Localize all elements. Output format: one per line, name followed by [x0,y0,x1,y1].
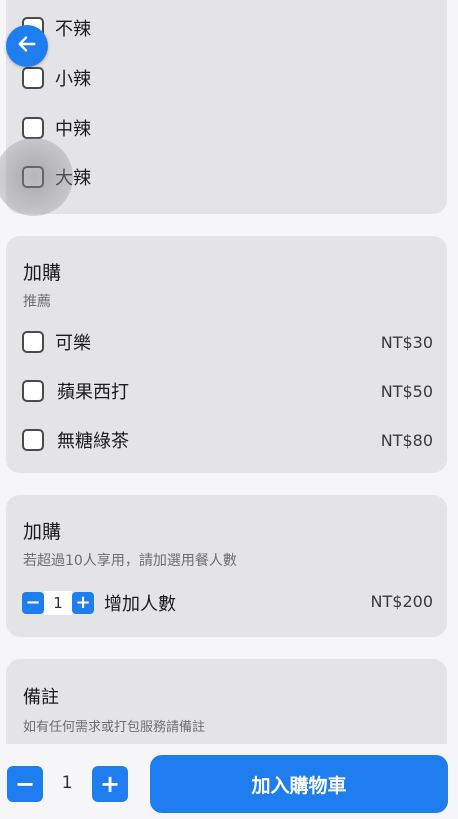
addon-item-apple-cider[interactable]: 蘋果西打 NT$50 [22,376,433,406]
option-spice-hot[interactable]: 大辣 [22,162,433,192]
quantity-increment-button[interactable]: + [92,766,128,802]
card-title: 加購 [23,521,62,543]
card-title: 加購 [23,262,62,284]
checkbox[interactable] [22,117,44,139]
stepper-label: 增加人數 [104,594,176,615]
checkbox[interactable] [22,429,44,451]
addon-item-price: NT$30 [380,332,433,352]
addon-item-cola[interactable]: 可樂 NT$30 [22,327,433,357]
addon-item-label: 無糖綠茶 [57,431,129,452]
checkbox[interactable] [22,380,44,402]
option-spice-none[interactable]: 不辣 [22,13,433,43]
quantity-value: 1 [44,591,72,615]
option-label: 中辣 [55,119,91,140]
option-label: 不辣 [55,19,91,40]
card-subtitle: 推薦 [23,294,51,310]
option-spice-medium[interactable]: 中辣 [22,113,433,143]
card-subtitle: 如有任何需求或打包服務請備註 [23,720,206,735]
addon-item-label: 蘋果西打 [57,382,129,403]
option-label: 小辣 [55,69,91,90]
add-to-cart-button[interactable]: 加入購物車 [150,755,448,813]
checkbox[interactable] [22,331,44,353]
quantity-value: 1 [61,773,73,793]
addon-people-card: 加購 若超過10人享用，請加選用餐人數 − 1 + 增加人數 NT$200 [6,495,447,637]
quantity-decrement-button[interactable]: − [7,766,43,802]
back-button[interactable] [6,25,48,67]
arrow-left-icon [16,33,38,59]
addon-item-green-tea[interactable]: 無糖綠茶 NT$80 [22,425,433,455]
addon-item-price: NT$80 [380,430,433,450]
option-spice-mild[interactable]: 小辣 [22,63,433,93]
checkbox[interactable] [22,67,44,89]
stepper-price: NT$200 [370,592,433,611]
card-title: 備註 [23,687,59,708]
bottom-action-bar: − 1 + 加入購物車 [0,744,458,819]
addon-drinks-card: 加購 推薦 可樂 NT$30 蘋果西打 NT$50 無糖綠茶 NT$80 [6,236,447,473]
people-stepper: − 1 + 增加人數 [22,590,176,616]
card-subtitle: 若超過10人享用，請加選用餐人數 [23,553,237,569]
addon-item-label: 可樂 [55,333,91,354]
decrement-button[interactable]: − [22,592,44,614]
addon-item-price: NT$50 [380,381,433,401]
increment-button[interactable]: + [72,592,94,614]
